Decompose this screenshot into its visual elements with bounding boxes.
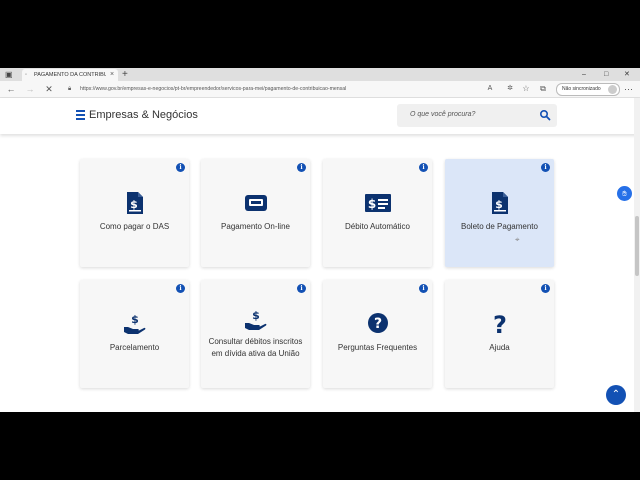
scrollbar-thumb[interactable] (635, 216, 639, 276)
forward-icon[interactable]: → (24, 83, 36, 95)
info-icon[interactable]: i (541, 284, 550, 293)
info-icon[interactable]: i (297, 163, 306, 172)
card-label: Ajuda (489, 343, 510, 352)
svg-text:$: $ (131, 313, 139, 326)
svg-text:?: ? (493, 312, 507, 336)
search-box[interactable]: O que você procura? (397, 104, 557, 127)
document-dollar-icon: $ (126, 192, 143, 214)
page-scrollbar[interactable] (634, 98, 640, 412)
accessibility-icon[interactable]: ✋︎ (617, 186, 632, 201)
question-circle-icon: ? (367, 313, 388, 333)
tab-close-icon[interactable]: × (110, 69, 114, 81)
document-dollar-icon: $ (491, 192, 508, 214)
search-input[interactable]: O que você procura? (410, 111, 475, 118)
search-icon[interactable] (539, 109, 551, 121)
card-reader-icon (244, 195, 267, 211)
read-aloud-icon[interactable]: A (484, 83, 496, 95)
card-label: Como pagar o DAS (99, 222, 170, 231)
collections-icon[interactable]: ⧉ (537, 83, 549, 95)
info-icon[interactable]: i (541, 163, 550, 172)
card-debito-automatico[interactable]: i $ Débito Automático (323, 159, 432, 267)
card-perguntas-frequentes[interactable]: i ? Perguntas Frequentes (323, 280, 432, 388)
back-to-top-button[interactable]: ⌃ (606, 385, 626, 405)
profile-label: Não sincronizado (562, 86, 601, 92)
info-icon[interactable]: i (176, 284, 185, 293)
maximize-button[interactable]: □ (604, 68, 608, 81)
new-tab-button[interactable]: + (122, 68, 128, 81)
favorite-icon[interactable]: ☆ (520, 83, 532, 95)
tab-title: PAGAMENTO DA CONTRIBUIÇÃO (34, 72, 106, 78)
favicon-icon: ◦ (25, 72, 28, 78)
address-bar[interactable]: 🔒︎ https://www.gov.br/empresas-e-negocio… (64, 83, 476, 95)
letterbox-top (0, 0, 640, 68)
svg-text:$: $ (252, 309, 260, 322)
svg-text:$: $ (367, 197, 375, 211)
card-ajuda[interactable]: i ? Ajuda (445, 280, 554, 388)
letterbox-bottom (0, 412, 640, 480)
back-icon[interactable]: ← (5, 83, 17, 95)
svg-text:$: $ (495, 198, 503, 211)
svg-text:$: $ (130, 198, 138, 211)
url-text[interactable]: https://www.gov.br/empresas-e-negocios/p… (80, 83, 346, 95)
close-window-button[interactable]: ✕ (624, 68, 630, 81)
avatar-icon (608, 85, 617, 94)
stop-icon[interactable]: ✕ (43, 83, 55, 95)
card-pagamento-online[interactable]: i Pagamento On-line (201, 159, 310, 267)
check-dollar-icon: $ (364, 194, 391, 212)
hamburger-menu-icon[interactable] (76, 110, 85, 120)
info-icon[interactable]: i (176, 163, 185, 172)
svg-text:?: ? (373, 316, 381, 332)
info-icon[interactable]: i (419, 163, 428, 172)
extensions-icon[interactable]: ✲ (504, 83, 516, 95)
browser-window: ▣ ◦ PAGAMENTO DA CONTRIBUIÇÃO × + – □ ✕ … (0, 68, 640, 412)
card-boleto-pagamento[interactable]: i $ Boleto de Pagamento (445, 159, 554, 267)
tab-actions-icon[interactable]: ▣ (5, 70, 15, 79)
more-menu-icon[interactable]: ⋯ (624, 83, 633, 95)
site-header: Empresas & Negócios O que você procura? (0, 98, 640, 134)
site-title[interactable]: Empresas & Negócios (89, 109, 198, 121)
card-label: Parcelamento (109, 343, 160, 352)
lock-icon: 🔒︎ (68, 86, 72, 92)
toolbar: ← → ✕ 🔒︎ https://www.gov.br/empresas-e-n… (0, 81, 640, 98)
card-parcelamento[interactable]: i $ Parcelamento (80, 280, 189, 388)
card-como-pagar-das[interactable]: i $ Como pagar o DAS (80, 159, 189, 267)
mouse-cursor-icon: ⌖ (515, 235, 520, 244)
info-icon[interactable]: i (297, 284, 306, 293)
card-label: Boleto de Pagamento (461, 222, 538, 231)
tab-active[interactable]: ◦ PAGAMENTO DA CONTRIBUIÇÃO × (22, 69, 118, 81)
card-label: Pagamento On-line (221, 222, 290, 231)
hand-dollar-icon: $ (244, 309, 266, 330)
hand-dollar-icon: $ (123, 313, 145, 334)
tab-strip: ▣ ◦ PAGAMENTO DA CONTRIBUIÇÃO × + – □ ✕ (0, 68, 640, 81)
card-label: Consultar débitos inscritos em dívida at… (208, 337, 303, 358)
info-icon[interactable]: i (419, 284, 428, 293)
card-label: Perguntas Frequentes (337, 343, 418, 352)
minimize-button[interactable]: – (582, 68, 586, 81)
profile-button[interactable]: Não sincronizado (556, 83, 620, 96)
card-label: Débito Automático (345, 222, 410, 231)
question-mark-icon: ? (493, 312, 507, 336)
card-consultar-debitos[interactable]: i $ Consultar débitos inscritos em dívid… (201, 280, 310, 388)
